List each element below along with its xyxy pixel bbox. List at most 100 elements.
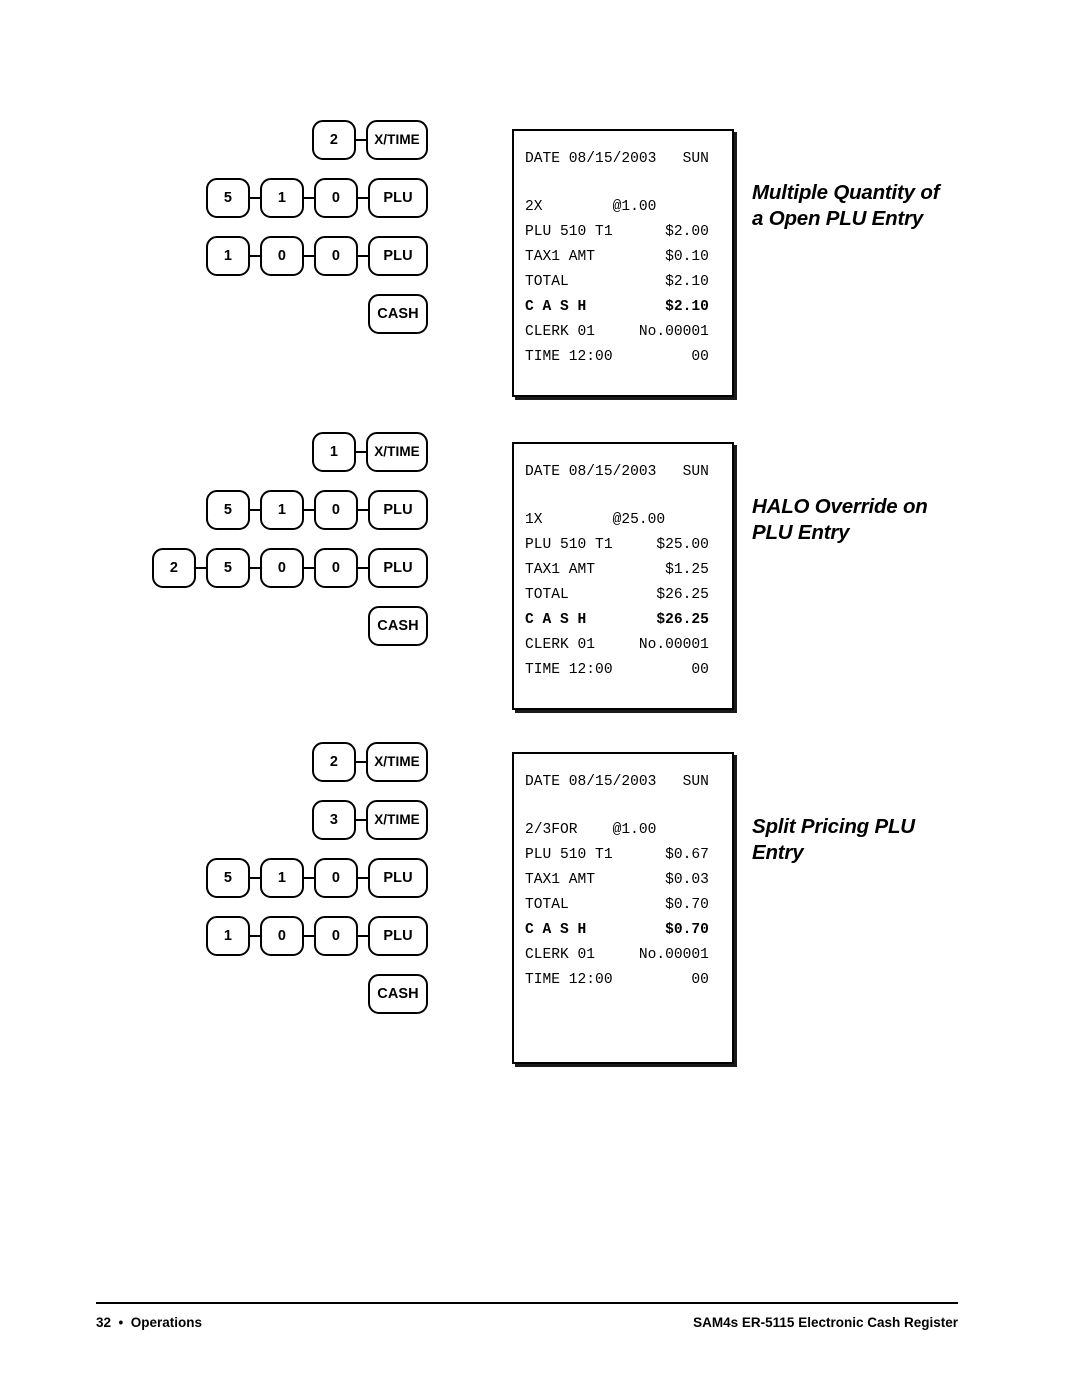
key-2[interactable]: 2 [312, 120, 356, 160]
key-row: 5 1 0 PLU [0, 858, 496, 898]
receipt-time-line: TIME 12:00 00 [525, 349, 709, 365]
key-row: 3 X/TIME [0, 800, 496, 840]
key-3[interactable]: 3 [312, 800, 356, 840]
key-row: 1 0 0 PLU [0, 236, 496, 276]
key-row: 1 X/TIME [0, 432, 496, 472]
receipt-date-line: DATE 08/15/2003 SUN [525, 464, 709, 480]
key-1[interactable]: 1 [260, 858, 304, 898]
key-plu[interactable]: PLU [368, 236, 428, 276]
key-plu[interactable]: PLU [368, 548, 428, 588]
key-plu[interactable]: PLU [368, 858, 428, 898]
example-heading: Multiple Quantity of a Open PLU Entry [752, 180, 1044, 232]
receipt-tax-line: TAX1 AMT $0.10 [525, 249, 709, 265]
receipt-spacer [514, 795, 732, 818]
receipt-tax-line: TAX1 AMT $0.03 [525, 872, 709, 888]
heading-line-2: a Open PLU Entry [752, 207, 924, 230]
receipt-cash-line: C A S H $0.70 [525, 922, 709, 938]
receipt-plu-line: PLU 510 T1 $2.00 [525, 224, 709, 240]
key-cash[interactable]: CASH [368, 606, 428, 646]
receipt-plu-line: PLU 510 T1 $25.00 [525, 537, 709, 553]
key-connector [358, 934, 368, 938]
key-0[interactable]: 0 [260, 236, 304, 276]
footer-product-name: SAM4s ER-5115 Electronic Cash Register [693, 1315, 958, 1330]
receipt-total-line: TOTAL $2.10 [525, 274, 709, 290]
key-0[interactable]: 0 [314, 236, 358, 276]
footer-divider [96, 1302, 958, 1305]
receipt-quantity-line: 2X @1.00 [525, 199, 657, 215]
key-connector [196, 566, 206, 570]
key-1[interactable]: 1 [312, 432, 356, 472]
receipt-total-line: TOTAL $0.70 [525, 897, 709, 913]
receipt-date-line: DATE 08/15/2003 SUN [525, 774, 709, 790]
key-connector [250, 196, 260, 200]
heading-line-1: Multiple Quantity of [752, 181, 940, 204]
key-0[interactable]: 0 [314, 178, 358, 218]
key-connector [358, 566, 368, 570]
key-0[interactable]: 0 [314, 548, 358, 588]
receipt-spacer [514, 172, 732, 195]
key-0[interactable]: 0 [314, 916, 358, 956]
key-connector [358, 508, 368, 512]
heading-line-1: Split Pricing PLU [752, 815, 915, 838]
key-sequence-3: 2 X/TIME 3 X/TIME 5 1 0 PLU 1 0 0 PLU CA… [0, 742, 496, 1032]
receipt-time-line: TIME 12:00 00 [525, 972, 709, 988]
key-5[interactable]: 5 [206, 548, 250, 588]
key-1[interactable]: 1 [206, 236, 250, 276]
key-5[interactable]: 5 [206, 490, 250, 530]
receipt-date-line: DATE 08/15/2003 SUN [525, 151, 709, 167]
key-connector [304, 508, 314, 512]
key-1[interactable]: 1 [260, 490, 304, 530]
page-footer: 32 • Operations SAM4s ER-5115 Electronic… [96, 1315, 958, 1330]
key-plu[interactable]: PLU [368, 178, 428, 218]
receipt-cash-line: C A S H $26.25 [525, 612, 709, 628]
key-5[interactable]: 5 [206, 858, 250, 898]
key-connector [250, 876, 260, 880]
key-sequence-2: 1 X/TIME 5 1 0 PLU 2 5 0 0 PLU CASH [0, 432, 496, 664]
key-row: 2 X/TIME [0, 120, 496, 160]
key-connector [356, 818, 366, 822]
key-plu[interactable]: PLU [368, 490, 428, 530]
key-plu[interactable]: PLU [368, 916, 428, 956]
key-xtime[interactable]: X/TIME [366, 120, 428, 160]
key-5[interactable]: 5 [206, 178, 250, 218]
key-connector [356, 760, 366, 764]
key-cash[interactable]: CASH [368, 294, 428, 334]
key-connector [304, 566, 314, 570]
example-heading: Split Pricing PLU Entry [752, 814, 1044, 866]
key-connector [356, 138, 366, 142]
key-xtime[interactable]: X/TIME [366, 800, 428, 840]
key-cash[interactable]: CASH [368, 974, 428, 1014]
key-connector [304, 876, 314, 880]
key-0[interactable]: 0 [260, 548, 304, 588]
receipt-time-line: TIME 12:00 00 [525, 662, 709, 678]
key-connector [356, 450, 366, 454]
key-connector [250, 566, 260, 570]
key-0[interactable]: 0 [314, 858, 358, 898]
key-row: 2 5 0 0 PLU [0, 548, 496, 588]
receipt-clerk-line: CLERK 01 No.00001 [525, 324, 709, 340]
receipt-printout: DATE 08/15/2003 SUN 2X @1.00 PLU 510 T1 … [512, 129, 734, 397]
key-row: CASH [0, 606, 496, 646]
receipt-clerk-line: CLERK 01 No.00001 [525, 637, 709, 653]
key-xtime[interactable]: X/TIME [366, 432, 428, 472]
receipt-total-line: TOTAL $26.25 [525, 587, 709, 603]
key-connector [304, 254, 314, 258]
key-connector [304, 934, 314, 938]
key-row: 5 1 0 PLU [0, 490, 496, 530]
key-1[interactable]: 1 [260, 178, 304, 218]
key-2[interactable]: 2 [152, 548, 196, 588]
key-0[interactable]: 0 [260, 916, 304, 956]
heading-line-2: PLU Entry [752, 521, 850, 544]
receipt-quantity-line: 1X @25.00 [525, 512, 666, 528]
key-connector [250, 934, 260, 938]
key-2[interactable]: 2 [312, 742, 356, 782]
key-0[interactable]: 0 [314, 490, 358, 530]
receipt-clerk-line: CLERK 01 No.00001 [525, 947, 709, 963]
receipt-cash-line: C A S H $2.10 [525, 299, 709, 315]
key-1[interactable]: 1 [206, 916, 250, 956]
heading-line-1: HALO Override on [752, 495, 928, 518]
key-row: 2 X/TIME [0, 742, 496, 782]
key-xtime[interactable]: X/TIME [366, 742, 428, 782]
key-connector [250, 254, 260, 258]
footer-page-section: 32 • Operations [96, 1315, 203, 1330]
